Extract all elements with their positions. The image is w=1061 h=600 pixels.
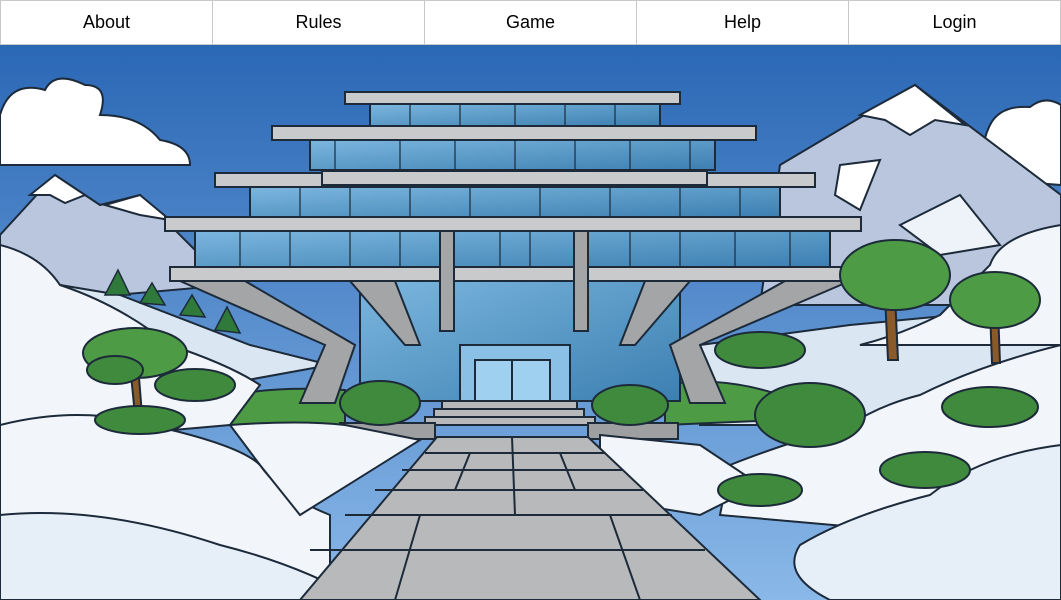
nav-game[interactable]: Game [424,0,636,45]
nav-about[interactable]: About [0,0,212,45]
nav-rules[interactable]: Rules [212,0,424,45]
nav-login[interactable]: Login [848,0,1061,45]
snowy-building-scene [0,45,1061,600]
nav-help[interactable]: Help [636,0,848,45]
hero-illustration [0,45,1061,600]
top-nav: About Rules Game Help Login [0,0,1061,45]
